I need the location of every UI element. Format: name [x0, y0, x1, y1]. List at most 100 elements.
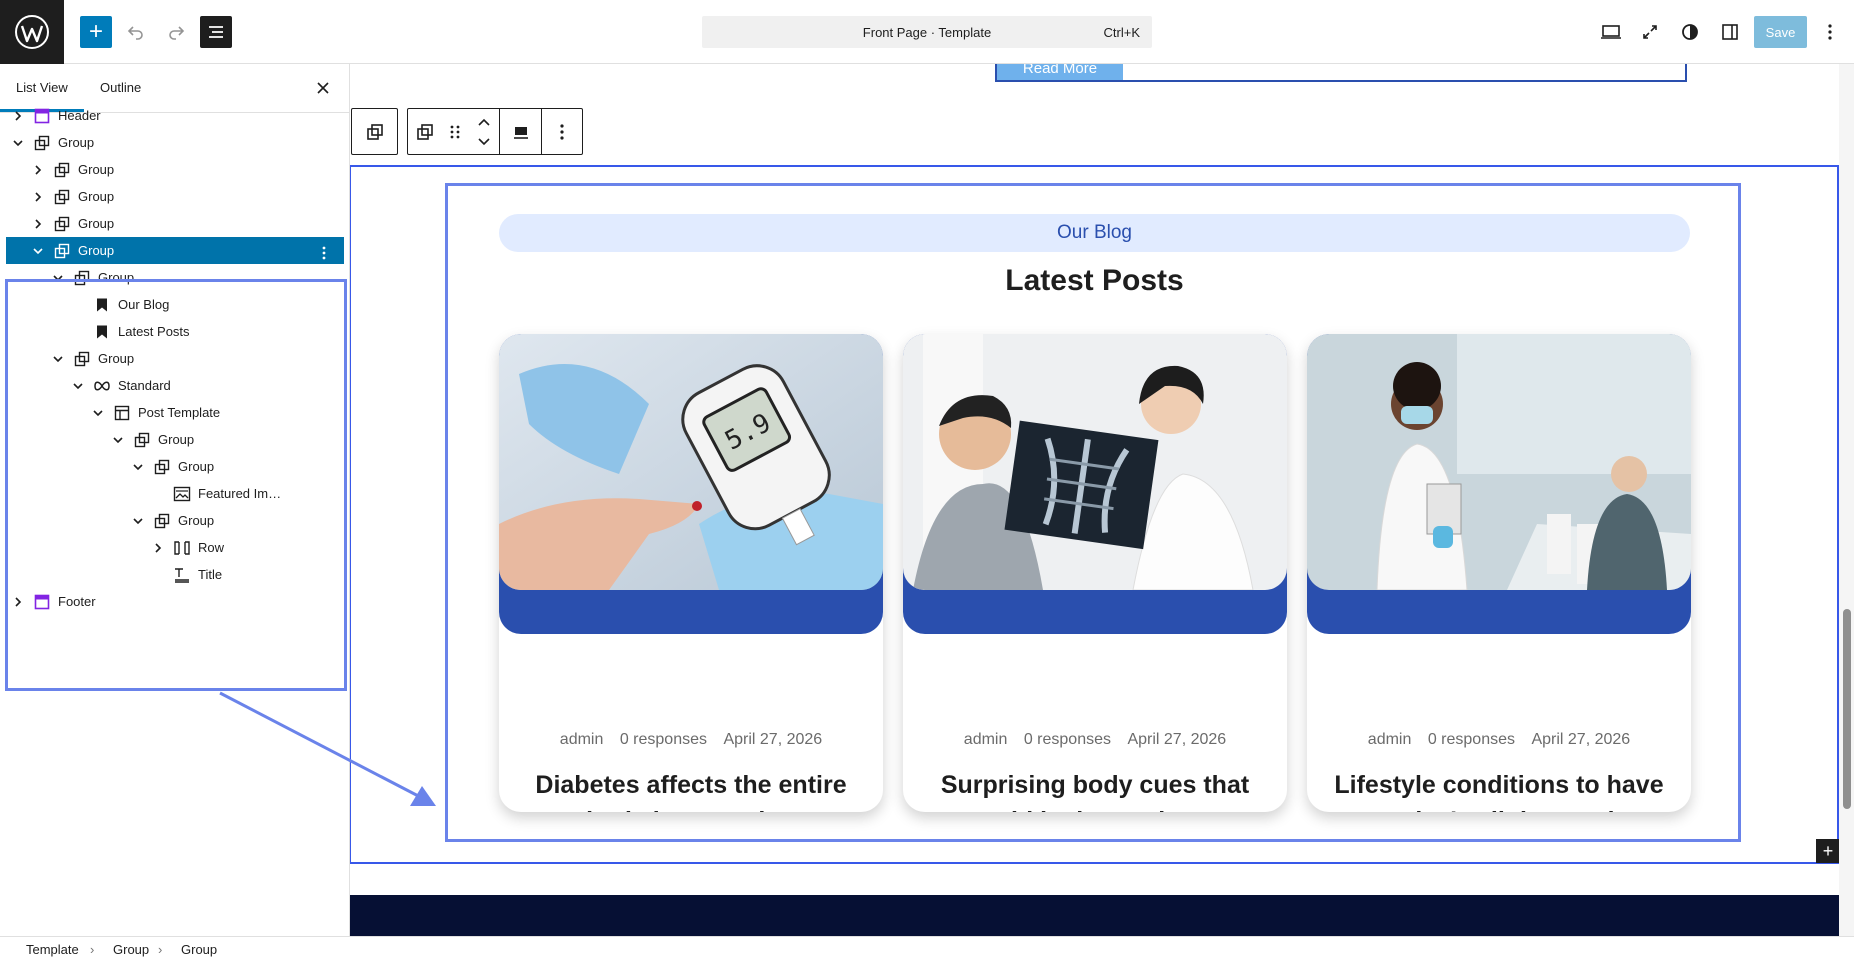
chevron-right-icon[interactable] [6, 104, 30, 128]
list-view-item-group[interactable]: Group [6, 426, 344, 453]
bookmark-icon [90, 293, 114, 317]
chevron-down-icon[interactable] [86, 401, 110, 425]
featured-image[interactable]: 5.9 [499, 334, 883, 590]
settings-sidebar-button[interactable] [1714, 16, 1746, 48]
select-parent-button[interactable] [352, 109, 397, 154]
post-title[interactable]: Diabetes affects the entire body in ways… [519, 767, 863, 812]
list-view-item-group[interactable]: Group [6, 210, 344, 237]
list-view-item-group[interactable]: Group [6, 129, 344, 156]
close-icon [317, 82, 329, 94]
post-date: April 27, 2026 [1127, 731, 1227, 748]
post-responses[interactable]: 0 responses [620, 731, 707, 748]
post-author[interactable]: admin [1368, 731, 1412, 748]
chevron-down-icon[interactable] [26, 239, 50, 263]
list-view-item-group[interactable]: Group [6, 237, 344, 264]
latest-posts-heading[interactable]: Latest Posts [499, 264, 1690, 298]
group-icon [50, 212, 74, 236]
close-sidebar-button[interactable] [313, 78, 333, 98]
group-icon[interactable] [415, 122, 435, 142]
chevron-right-icon[interactable] [26, 158, 50, 182]
list-view-label: Group [78, 216, 115, 231]
group-icon [366, 123, 383, 140]
redo-icon [169, 26, 185, 40]
list-view-item-group[interactable]: Group [6, 507, 344, 534]
footer-section[interactable] [350, 895, 1839, 936]
more-vertical-icon [322, 246, 326, 260]
scrollbar-thumb[interactable] [1843, 609, 1851, 809]
chevron-down-icon[interactable] [6, 131, 30, 155]
list-view-item-row[interactable]: Row [6, 534, 344, 561]
undo-button[interactable] [120, 16, 152, 48]
list-view-item-post-template[interactable]: Post Template [6, 399, 344, 426]
list-view-item-footer[interactable]: Footer [6, 588, 344, 615]
command-palette-button[interactable]: Front Page · Template Ctrl+K [702, 16, 1152, 48]
list-view-item-header[interactable]: Header [6, 102, 344, 129]
item-options-button[interactable] [312, 241, 336, 265]
editor-canvas[interactable]: Read More Our Blog Latest Posts 5.9 admi… [350, 64, 1854, 936]
chevron-right-icon[interactable] [6, 590, 30, 614]
post-card[interactable]: 5.9 admin 0 responses April 27, 2026 Dia… [499, 334, 883, 812]
waiting-room-doctor-photo-icon [1307, 334, 1691, 590]
post-title[interactable]: Surprising body cues that could be heart… [923, 767, 1267, 812]
chevron-right-icon[interactable] [26, 185, 50, 209]
list-view-item-title[interactable]: Title [6, 561, 344, 588]
breadcrumb-group[interactable]: Group [113, 942, 149, 957]
inserter-plus-button[interactable]: + [1816, 839, 1840, 863]
chevron-down-icon[interactable] [46, 266, 70, 290]
add-block-toggle[interactable]: + [80, 16, 112, 48]
title-icon [170, 563, 194, 587]
post-author[interactable]: admin [560, 731, 604, 748]
our-blog-label[interactable]: Our Blog [499, 214, 1690, 252]
post-title[interactable]: Lifestyle conditions to have today’s all… [1327, 767, 1671, 812]
chevron-right-icon[interactable] [26, 212, 50, 236]
alignment-button[interactable] [500, 109, 542, 154]
chevron-down-icon[interactable] [66, 374, 90, 398]
chevron-down-icon[interactable] [126, 455, 150, 479]
document-overview-button[interactable] [200, 16, 232, 48]
list-view-label: Footer [58, 594, 96, 609]
list-view-item-featured-im[interactable]: Featured Im… [6, 480, 344, 507]
list-view-item-our-blog[interactable]: Our Blog [6, 291, 344, 318]
preview-device-button[interactable] [1595, 16, 1627, 48]
more-vertical-icon [560, 123, 564, 140]
block-options-button[interactable] [542, 109, 582, 154]
list-view-item-group[interactable]: Group [6, 453, 344, 480]
list-view-item-group[interactable]: Group [6, 264, 344, 291]
list-view-icon [209, 26, 223, 38]
featured-image[interactable] [903, 334, 1287, 590]
post-card[interactable]: admin 0 responses April 27, 2026 Lifesty… [1307, 334, 1691, 812]
zoom-out-button[interactable] [1634, 16, 1666, 48]
save-button[interactable]: Save [1754, 16, 1807, 48]
list-view-item-latest-posts[interactable]: Latest Posts [6, 318, 344, 345]
post-responses[interactable]: 0 responses [1024, 731, 1111, 748]
featured-image[interactable] [1307, 334, 1691, 590]
chevron-right-icon[interactable] [146, 536, 170, 560]
list-view-item-group[interactable]: Group [6, 345, 344, 372]
fullscreen-icon [1643, 25, 1657, 39]
chevron-down-icon[interactable] [46, 347, 70, 371]
read-more-button[interactable]: Read More [997, 64, 1123, 80]
list-view-item-standard[interactable]: Standard [6, 372, 344, 399]
post-card[interactable]: admin 0 responses April 27, 2026 Surpris… [903, 334, 1287, 812]
move-up-down-icon[interactable] [476, 115, 492, 149]
list-view-item-group[interactable]: Group [6, 156, 344, 183]
wordpress-logo-button[interactable] [0, 0, 64, 64]
plus-icon: + [1822, 841, 1834, 861]
chevron-right-icon: › [90, 942, 95, 957]
list-view-item-group[interactable]: Group [6, 183, 344, 210]
template-part-icon [30, 590, 54, 614]
drag-handle-icon[interactable] [448, 122, 462, 142]
post-author[interactable]: admin [964, 731, 1008, 748]
post-responses[interactable]: 0 responses [1428, 731, 1515, 748]
options-menu-button[interactable] [1814, 16, 1846, 48]
chevron-down-icon[interactable] [106, 428, 130, 452]
redo-button[interactable] [160, 16, 192, 48]
chevron-down-icon[interactable] [126, 509, 150, 533]
list-view-label: Group [78, 189, 115, 204]
styles-button[interactable] [1674, 16, 1706, 48]
plus-icon: + [88, 18, 103, 45]
group-icon [70, 266, 94, 290]
breadcrumb-template[interactable]: Template [26, 942, 79, 957]
